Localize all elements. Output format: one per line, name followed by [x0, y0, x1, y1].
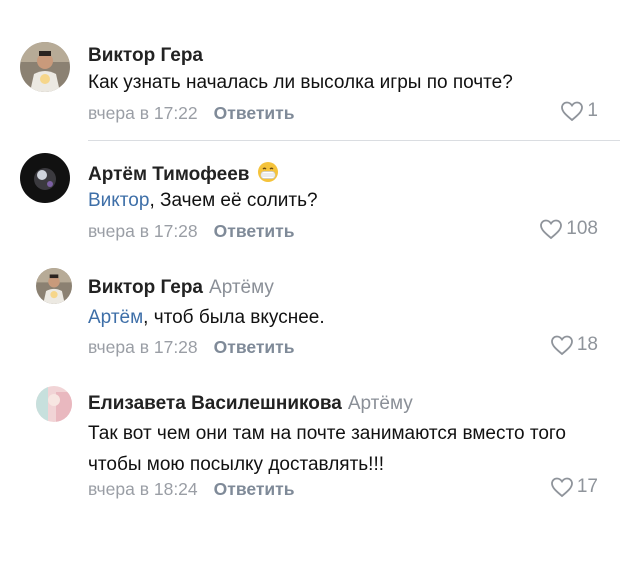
comment-text: Так вот чем они там на почте занимаются …: [88, 423, 566, 475]
comment-meta: вчера в 17:28 Ответить: [88, 221, 295, 242]
author-name[interactable]: Виктор Гера: [88, 277, 203, 298]
timestamp[interactable]: вчера в 17:28: [88, 221, 198, 241]
comment-meta: вчера в 17:22 Ответить: [88, 103, 295, 124]
likes-count: 18: [576, 334, 598, 355]
heart-icon: [561, 101, 584, 122]
comment-meta: вчера в 18:24 Ответить: [88, 479, 295, 500]
heart-icon: [550, 335, 573, 356]
avatar[interactable]: [36, 268, 72, 304]
comment-text: Артём, чтоб была вкуснее.: [88, 307, 325, 328]
likes-count: 108: [566, 218, 598, 239]
heart-icon: [550, 477, 573, 498]
heart-icon: [540, 219, 563, 240]
comment-text: Виктор, Зачем её солить?: [88, 190, 318, 211]
timestamp[interactable]: вчера в 18:24: [88, 479, 198, 499]
like-button[interactable]: 17: [550, 476, 598, 498]
divider: [88, 140, 620, 141]
likes-count: 17: [576, 476, 598, 497]
comment-meta: вчера в 17:28 Ответить: [88, 337, 295, 358]
mention-link[interactable]: Виктор: [88, 190, 149, 211]
mention-link[interactable]: Артём: [88, 307, 143, 328]
author-name[interactable]: Елизавета Василешникова: [88, 393, 342, 414]
timestamp[interactable]: вчера в 17:28: [88, 337, 198, 357]
author-name[interactable]: Артём Тимофеев: [88, 164, 249, 185]
avatar[interactable]: [20, 153, 70, 203]
comment-text: Как узнать началась ли высолка игры по п…: [88, 72, 513, 93]
reply-button[interactable]: Ответить: [214, 221, 295, 241]
reply-button[interactable]: Ответить: [214, 337, 295, 357]
comment-author[interactable]: Елизавета Василешникова Артёму: [88, 393, 413, 415]
like-button[interactable]: 108: [539, 218, 598, 240]
avatar[interactable]: [36, 386, 72, 422]
author-name[interactable]: Виктор Гера: [88, 45, 203, 66]
comment-author[interactable]: Виктор Гера Артёму: [88, 277, 274, 299]
timestamp[interactable]: вчера в 17:22: [88, 103, 198, 123]
avatar[interactable]: [20, 42, 70, 92]
reply-to-label[interactable]: Артёму: [348, 393, 413, 414]
reply-button[interactable]: Ответить: [214, 103, 295, 123]
like-button[interactable]: 18: [550, 334, 598, 356]
reply-to-label[interactable]: Артёму: [209, 277, 274, 298]
likes-count: 1: [587, 100, 598, 121]
reply-button[interactable]: Ответить: [214, 479, 295, 499]
comment-author[interactable]: Виктор Гера: [88, 45, 203, 67]
like-button[interactable]: 1: [560, 100, 598, 122]
